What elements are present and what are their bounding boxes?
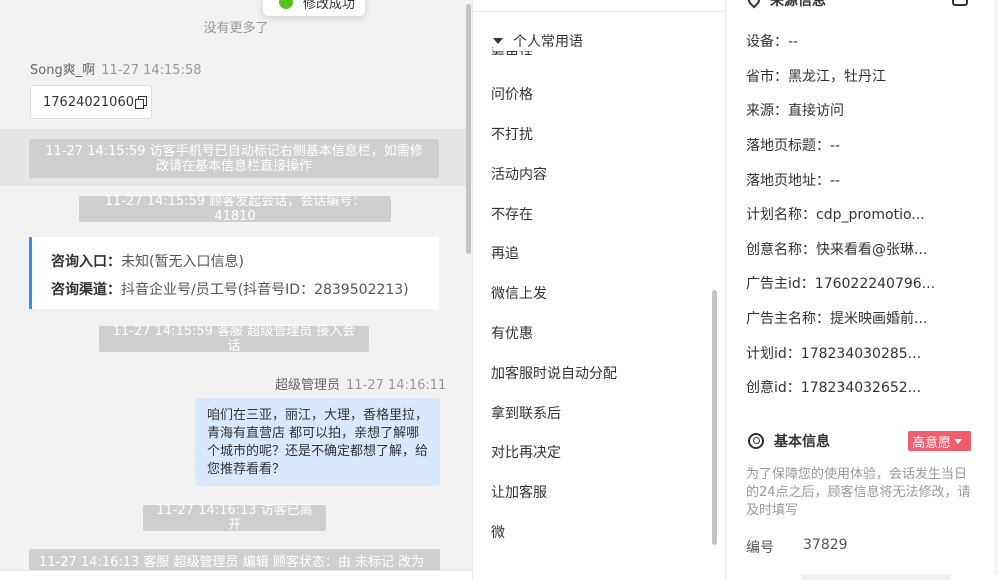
field-value: --	[830, 138, 841, 154]
channel-label: 咨询渠道：	[51, 282, 121, 298]
phrases-group-header[interactable]: 个人常用语	[493, 31, 589, 51]
field-label: 计划名称：	[746, 207, 816, 223]
channel-row: 咨询渠道：抖音企业号/员工号(抖音号ID：2839502213)	[51, 276, 439, 304]
phrases-divider	[473, 11, 725, 12]
field-value: cdp_promotio...	[816, 207, 925, 223]
caret-down-icon	[954, 438, 963, 444]
entry-value: 未知(暂无入口信息)	[121, 254, 244, 270]
visitor-name: Song爽_啊	[30, 63, 96, 78]
field-label: 来源：	[746, 103, 788, 119]
location-pin-icon	[745, 0, 763, 9]
source-info-header: 来源信息	[745, 0, 826, 10]
number-value: 37829	[803, 537, 848, 553]
entry-row: 咨询入口：未知(暂无入口信息)	[51, 248, 439, 276]
visitor-sender: Song爽_啊 11-27 14:15:58	[30, 59, 202, 78]
source-field-advertiser-id: 广告主id：176022240796...	[746, 273, 935, 293]
phrase-item[interactable]: 让加客服	[491, 482, 547, 502]
field-value: --	[788, 34, 799, 50]
edit-icon[interactable]	[952, 0, 968, 6]
intent-dropdown[interactable]: 高意愿	[908, 431, 971, 451]
field-label: 广告主id：	[746, 276, 815, 292]
phone-message[interactable]: 17624021060	[30, 85, 152, 119]
field-value: 提米映画婚前...	[830, 311, 928, 327]
field-value: 黑龙江，牡丹江	[788, 69, 886, 85]
chat-input-edge	[0, 570, 472, 580]
phone-number: 17624021060	[43, 94, 134, 110]
phrase-item[interactable]: 有优惠	[491, 323, 533, 343]
edit-notice: 为了保障您的使用体验，会话发生当日的24点之后，顾客信息将无法修改，请及时填写	[746, 467, 971, 518]
entry-label: 咨询入口：	[51, 254, 121, 270]
agent-message-bubble: 咱们在三亚，丽江，大理，香格里拉，青海有直营店 都可以拍，亲想了解哪个城市的呢？…	[195, 398, 440, 486]
phrase-item[interactable]: 微信上发	[491, 283, 547, 303]
toast-text: 修改成功	[303, 0, 356, 12]
phrase-item[interactable]: 加客服时说自动分配	[491, 363, 617, 383]
system-message-left: 11-27 14:16:13 访客已离开	[143, 503, 326, 533]
success-toast: 修改成功	[263, 0, 365, 16]
intent-label: 高意愿	[912, 435, 952, 451]
field-label: 落地页地址：	[746, 173, 830, 189]
no-more-text: 没有更多了	[203, 21, 269, 36]
phrase-item[interactable]: 活动内容	[491, 164, 547, 184]
phrase-item[interactable]: 不存在	[491, 204, 533, 224]
field-label: 创意id：	[746, 380, 801, 396]
phrase-item[interactable]: 拿到联系后	[491, 403, 561, 423]
source-field-advertiser-name: 广告主名称：提米映画婚前...	[746, 308, 927, 328]
basic-info-title: 基本信息	[774, 434, 830, 450]
field-value: --	[830, 173, 841, 189]
source-field-creative-name: 创意名称：快来看看@张琳...	[746, 239, 927, 259]
field-label: 创意名称：	[746, 242, 816, 258]
source-field-region: 省市：黑龙江，牡丹江	[746, 66, 886, 86]
field-value: 快来看看@张琳...	[816, 242, 928, 258]
agent-name: 超级管理员	[275, 378, 341, 393]
chat-scrollbar[interactable]	[466, 4, 471, 254]
agent-sender: 超级管理员 11-27 14:16:11	[275, 374, 446, 393]
field-value: 直接访问	[788, 103, 844, 119]
source-info-title: 来源信息	[770, 0, 826, 9]
info-scrollbar-track[interactable]	[994, 0, 998, 574]
source-field-origin: 来源：直接访问	[746, 100, 844, 120]
field-label: 计划id：	[746, 346, 801, 362]
source-field-creative-id: 创意id：178234032652...	[746, 377, 921, 397]
field-value: 178234032652...	[800, 380, 922, 396]
source-field-device: 设备：--	[746, 31, 798, 51]
source-field-plan-id: 计划id：178234030285...	[746, 343, 921, 363]
agent-time: 11-27 14:16:11	[346, 378, 447, 393]
field-value: 176022240796...	[814, 276, 936, 292]
visitor-time: 11-27 14:15:58	[101, 63, 202, 78]
field-label: 设备：	[746, 34, 788, 50]
system-message-accepted: 11-27 14:15:59 客服 超级管理员 接入会话	[99, 324, 369, 354]
basic-info-header: 基本信息	[748, 431, 830, 451]
phrase-item[interactable]: 微	[491, 522, 505, 542]
success-check-icon	[279, 0, 293, 9]
source-field-landing-title: 落地页标题：--	[746, 135, 840, 155]
channel-value: 抖音企业号/员工号(抖音号ID：2839502213)	[121, 282, 409, 298]
system-message-started: 11-27 14:15:59 顾客发起会话，会话编号：41810	[79, 194, 391, 224]
next-field-edge	[801, 574, 951, 580]
quick-phrases-panel: 要电话 个人常用语 问价格 不打扰 活动内容 不存在 再追 微信上发 有优惠 加…	[472, 0, 725, 580]
caret-down-icon	[493, 38, 503, 44]
system-message-marked: 11-27 14:15:59 访客手机号已自动标记右侧基本信息栏，如需修改请在基…	[29, 139, 439, 178]
number-label: 编号	[746, 540, 774, 556]
field-value: 178234030285...	[800, 346, 922, 362]
inquiry-info-card: 咨询入口：未知(暂无入口信息) 咨询渠道：抖音企业号/员工号(抖音号ID：283…	[29, 237, 439, 309]
visitor-info-panel: 来源信息 设备：-- 省市：黑龙江，牡丹江 来源：直接访问 落地页标题：-- 落…	[725, 0, 998, 580]
phrases-group-title: 个人常用语	[513, 34, 583, 50]
field-label: 省市：	[746, 69, 788, 85]
phrase-item[interactable]: 再追	[491, 243, 519, 263]
phrases-scrollbar[interactable]	[712, 290, 717, 545]
phrase-item[interactable]: 不打扰	[491, 124, 533, 144]
field-label: 落地页标题：	[746, 138, 830, 154]
copy-icon[interactable]	[134, 96, 147, 109]
field-label: 广告主名称：	[746, 311, 830, 327]
source-field-plan-name: 计划名称：cdp_promotio...	[746, 204, 925, 224]
source-field-landing-url: 落地页地址：--	[746, 170, 840, 190]
chat-panel: 修改成功 没有更多了 Song爽_啊 11-27 14:15:58 1762402…	[0, 0, 472, 580]
user-icon	[748, 433, 764, 449]
phrase-item[interactable]: 对比再决定	[491, 442, 561, 462]
phrase-item[interactable]: 问价格	[491, 84, 533, 104]
